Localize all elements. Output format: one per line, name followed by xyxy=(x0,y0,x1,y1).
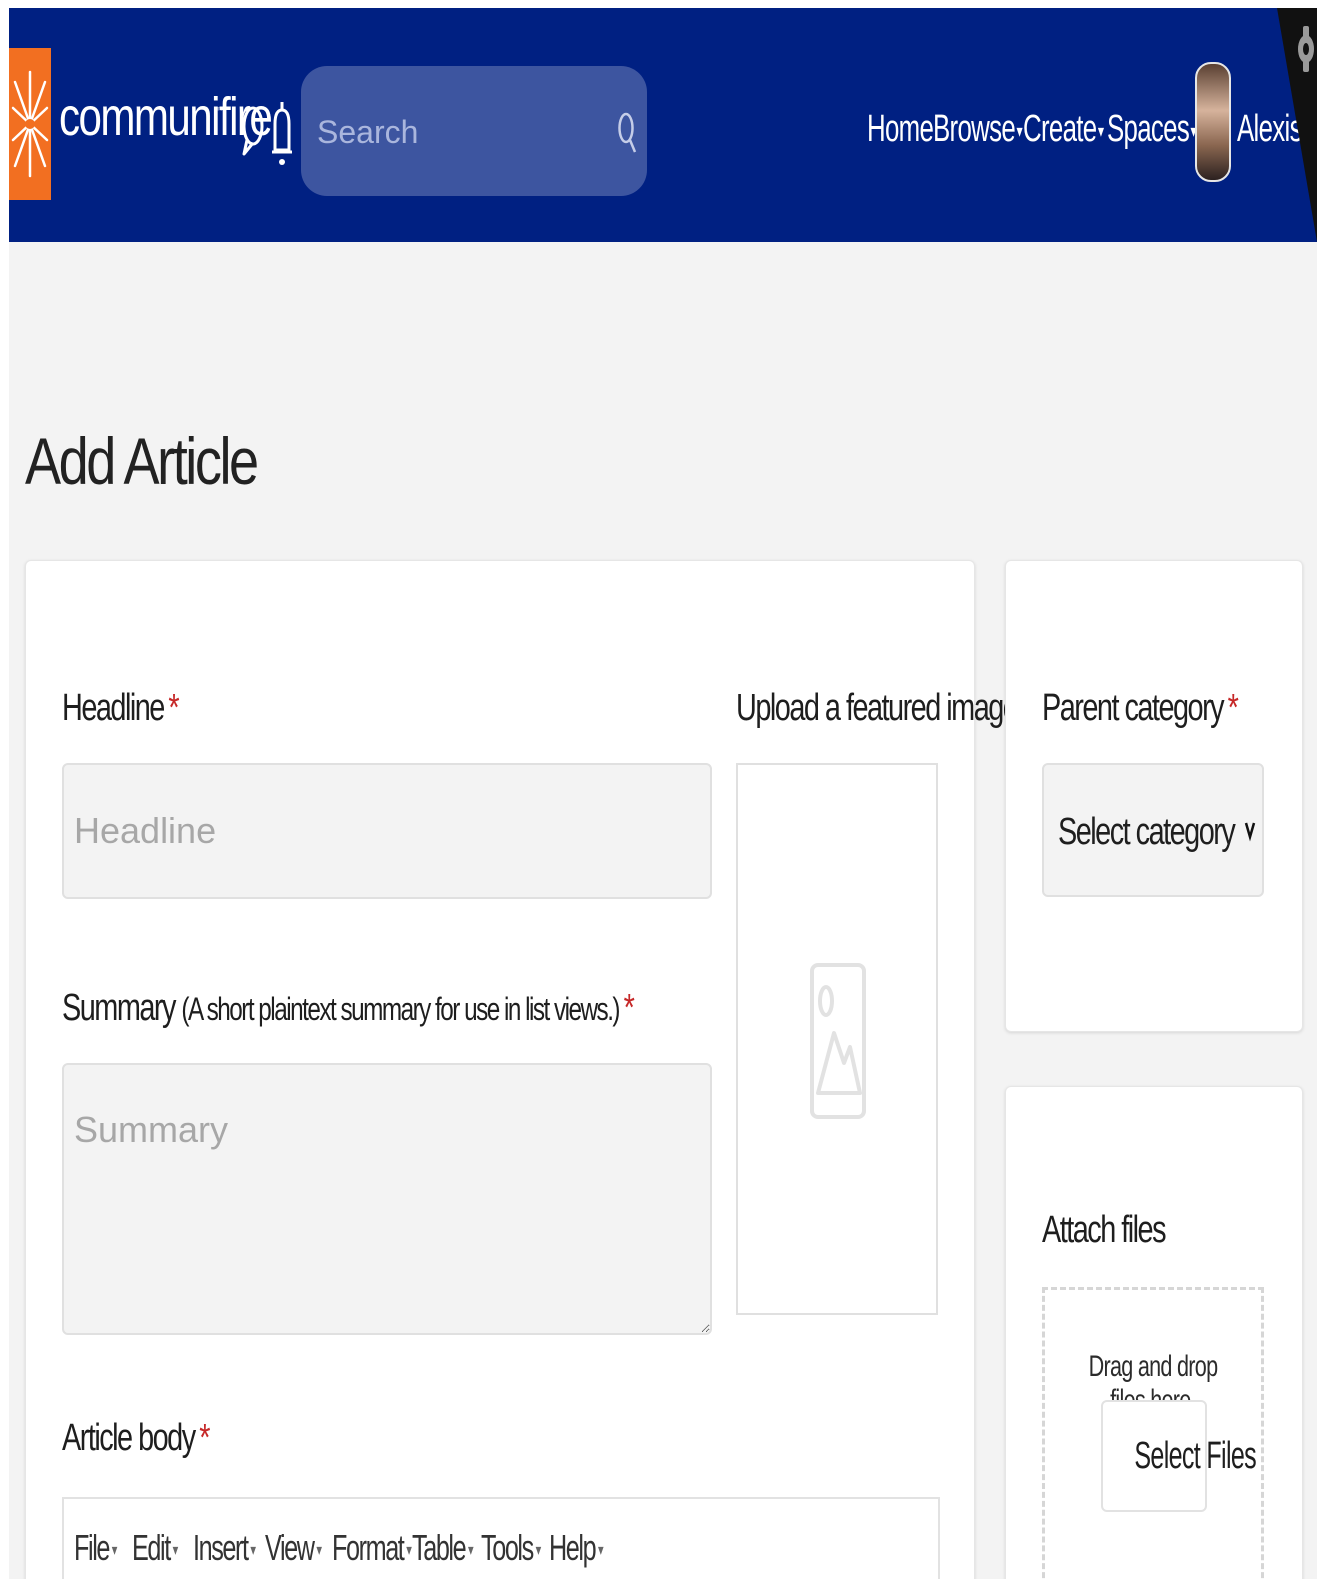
parent-category-label: Parent category * xyxy=(1042,687,1239,729)
caret-down-icon: ▾ xyxy=(173,1542,179,1560)
file-dropzone[interactable]: Drag and drop files here. Select Files xyxy=(1042,1287,1264,1579)
image-placeholder-icon xyxy=(810,963,866,1124)
communifire-logo-icon[interactable] xyxy=(9,48,51,200)
summary-label: Summary (A short plaintext summary for u… xyxy=(62,987,635,1029)
parent-category-card: Parent category * Select category xyxy=(1005,560,1303,1032)
search-input[interactable] xyxy=(315,106,599,158)
caret-down-icon: ▾ xyxy=(468,1542,474,1560)
summary-hint: (A short plaintext summary for use in li… xyxy=(181,991,620,1027)
search-icon[interactable] xyxy=(617,110,637,159)
required-marker: * xyxy=(1227,687,1239,729)
nav-home-label: Home xyxy=(867,108,934,150)
caret-down-icon: ▾ xyxy=(598,1542,604,1560)
chevron-down-icon xyxy=(1244,817,1256,848)
chat-icon[interactable] xyxy=(241,100,265,165)
avatar[interactable] xyxy=(1195,62,1231,182)
select-files-button[interactable]: Select Files xyxy=(1101,1400,1257,1512)
caret-down-icon: ▾ xyxy=(111,1542,118,1560)
required-marker: * xyxy=(623,987,635,1029)
featured-image-upload[interactable] xyxy=(736,763,938,1315)
editor-menu-edit[interactable]: Edit ▾ xyxy=(132,1527,178,1569)
editor-menu-tools[interactable]: Tools ▾ xyxy=(481,1527,541,1569)
trademark: ™ xyxy=(216,106,224,115)
required-marker: * xyxy=(168,687,179,729)
attach-files-card: Attach files Drag and drop files here. S… xyxy=(1005,1086,1303,1579)
featured-image-label: Upload a featured image xyxy=(736,687,1019,729)
nav-create-label: Create xyxy=(1023,108,1097,150)
page: communifire ™ Search Home Browse▾ Create… xyxy=(9,8,1317,1579)
caret-down-icon: ▾ xyxy=(1016,120,1022,141)
brand-name[interactable]: communifire xyxy=(59,90,273,144)
nav-browse-label: Browse xyxy=(933,108,1016,150)
article-body-editor[interactable]: File ▾ Edit ▾ Insert ▾ View ▾ Format ▾ Table ▾… xyxy=(62,1497,940,1579)
gear-icon[interactable] xyxy=(1297,24,1315,79)
required-marker: * xyxy=(199,1417,210,1459)
top-navigation-bar: communifire ™ Search Home Browse▾ Create… xyxy=(9,8,1317,242)
article-form-card: Headline* Summary (A short plaintext sum… xyxy=(25,560,1019,1579)
bell-icon[interactable] xyxy=(271,100,293,177)
caret-down-icon: ▾ xyxy=(535,1542,541,1560)
summary-textarea[interactable] xyxy=(62,1063,712,1335)
article-body-label: Article body * xyxy=(62,1417,210,1459)
editor-menu-help[interactable]: Help ▾ xyxy=(549,1527,604,1569)
attach-files-title: Attach files xyxy=(1042,1209,1167,1251)
editor-menu-insert[interactable]: Insert ▾ xyxy=(193,1527,256,1569)
caret-down-icon: ▾ xyxy=(406,1542,412,1560)
caret-down-icon: ▾ xyxy=(316,1542,323,1560)
nav-spaces-label: Spaces xyxy=(1107,108,1190,150)
headline-input[interactable] xyxy=(62,763,712,899)
editor-menu-file[interactable]: File ▾ xyxy=(74,1527,117,1569)
page-title: Add Article xyxy=(25,424,259,498)
caret-down-icon: ▾ xyxy=(1097,120,1104,141)
parent-category-selected: Select category xyxy=(1058,811,1236,853)
editor-menu-view[interactable]: View ▾ xyxy=(265,1527,322,1569)
headline-label: Headline * xyxy=(62,687,180,729)
search-box xyxy=(301,66,647,196)
editor-menu-table[interactable]: Table ▾ xyxy=(412,1527,474,1569)
editor-menu-format[interactable]: Format ▾ xyxy=(332,1527,412,1569)
caret-down-icon: ▾ xyxy=(250,1542,256,1560)
editor-menubar: File ▾ Edit ▾ Insert ▾ View ▾ Format ▾ Table ▾… xyxy=(74,1527,611,1569)
parent-category-select[interactable]: Select category xyxy=(1042,763,1264,897)
